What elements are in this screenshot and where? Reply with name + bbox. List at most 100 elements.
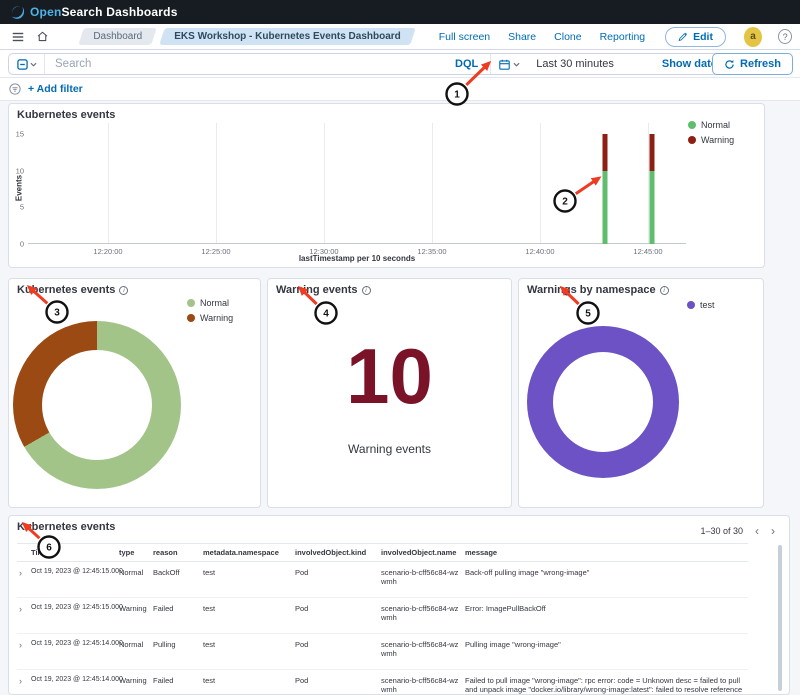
app-title: OpenSearch Dashboards <box>30 5 178 19</box>
cell-kind: Pod <box>295 562 381 598</box>
date-picker-button[interactable] <box>490 54 528 74</box>
table-row: ›Oct 19, 2023 @ 12:45:14.000NormalPullin… <box>17 634 748 670</box>
cell-name: scenario-b-cff56c84-wzwmh <box>381 670 465 695</box>
y-tick-label: 10 <box>6 166 24 175</box>
top-navigation: Dashboard EKS Workshop - Kubernetes Even… <box>0 24 800 50</box>
help-icon[interactable]: ? <box>778 29 792 44</box>
legend-item-test[interactable]: test <box>687 300 715 310</box>
cell-type: Normal <box>119 634 153 670</box>
bar-segment-normal[interactable] <box>649 171 654 244</box>
legend-item-normal[interactable]: Normal <box>187 298 233 308</box>
bar-segment-warning[interactable] <box>602 134 607 171</box>
panel-warnings-by-namespace-donut: Warnings by namespacei test <box>518 278 764 508</box>
panel-title[interactable]: Warning eventsi <box>276 284 371 296</box>
column-header-type[interactable]: type <box>119 544 153 562</box>
filter-icon[interactable] <box>8 82 22 96</box>
refresh-button[interactable]: Refresh <box>712 53 793 75</box>
legend-dot-icon <box>687 301 695 309</box>
panel-title[interactable]: Kubernetes events <box>17 521 115 533</box>
namespace-donut-chart[interactable] <box>527 326 679 478</box>
y-axis-label: Events <box>15 175 24 201</box>
y-tick-label: 0 <box>6 240 24 249</box>
home-icon[interactable] <box>34 28 50 46</box>
pagination-count: 1–30 of 30 <box>700 526 743 536</box>
panel-title[interactable]: Kubernetes eventsi <box>17 284 128 296</box>
dql-language-button[interactable]: DQL <box>443 58 490 70</box>
legend-label: test <box>700 300 715 310</box>
time-range-value[interactable]: Last 30 minutes <box>528 58 622 70</box>
info-icon[interactable]: i <box>362 286 371 295</box>
panel-title[interactable]: Kubernetes events <box>17 109 115 121</box>
expand-row-icon[interactable]: › <box>17 598 31 634</box>
sort-desc-icon[interactable]: ▾ <box>50 550 54 557</box>
search-input[interactable]: Search <box>45 58 443 70</box>
edit-button[interactable]: Edit <box>665 27 726 47</box>
legend-label: Warning <box>200 313 233 323</box>
dashboard-canvas: Kubernetes events Events 12:20:0012:25:0… <box>0 101 800 695</box>
breadcrumb-current[interactable]: EKS Workshop - Kubernetes Events Dashboa… <box>162 28 413 45</box>
cell-time: Oct 19, 2023 @ 12:45:14.000 <box>31 634 119 670</box>
chart-legend: Normal Warning <box>187 298 233 323</box>
cell-name: scenario-b-cff56c84-wzwmh <box>381 562 465 598</box>
expand-row-icon[interactable]: › <box>17 562 31 598</box>
column-header-metadata-namespace[interactable]: metadata.namespace <box>203 544 295 562</box>
cell-message: Back-off pulling image "wrong-image" <box>465 562 748 598</box>
cell-reason: BackOff <box>153 562 203 598</box>
info-icon[interactable]: i <box>119 286 128 295</box>
panel-kubernetes-events-table: Kubernetes events 1–30 of 30 ‹ › Time▾ty… <box>8 515 790 695</box>
pagination-prev-icon[interactable]: ‹ <box>755 525 759 537</box>
cell-time: Oct 19, 2023 @ 12:45:15.000 <box>31 562 119 598</box>
share-link[interactable]: Share <box>508 31 536 43</box>
pencil-icon <box>678 32 688 42</box>
clone-link[interactable]: Clone <box>554 31 581 43</box>
cell-type: Normal <box>119 562 153 598</box>
donut-hole <box>42 350 152 460</box>
cell-message: Failed to pull image "wrong-image": rpc … <box>465 670 748 695</box>
avatar[interactable]: a <box>744 27 762 47</box>
histogram-plot: 12:20:0012:25:0012:30:0012:35:0012:40:00… <box>28 123 686 244</box>
column-header-time[interactable]: Time▾ <box>31 544 119 562</box>
menu-icon[interactable] <box>10 28 26 46</box>
cell-type: Warning <box>119 670 153 695</box>
cell-time: Oct 19, 2023 @ 12:45:14.000 <box>31 670 119 695</box>
pagination-next-icon[interactable]: › <box>771 525 775 537</box>
app-header: OpenSearch Dashboards <box>0 0 800 24</box>
y-tick-label: 5 <box>6 203 24 212</box>
cell-reason: Failed <box>153 670 203 695</box>
y-tick-label: 15 <box>6 130 24 139</box>
reporting-link[interactable]: Reporting <box>600 31 646 43</box>
opensearch-logo-icon[interactable] <box>10 5 24 19</box>
chevron-down-icon <box>30 61 37 68</box>
donut-hole <box>553 352 653 452</box>
bar-segment-warning[interactable] <box>649 134 654 171</box>
events-donut-chart[interactable] <box>13 321 181 489</box>
gridline <box>540 123 541 243</box>
expand-column-header <box>17 544 31 562</box>
panel-title[interactable]: Warnings by namespacei <box>527 284 669 296</box>
legend-item-warning[interactable]: Warning <box>688 135 734 145</box>
table-scrollbar[interactable] <box>778 545 782 691</box>
cell-namespace: test <box>203 634 295 670</box>
x-tick-label: 12:25:00 <box>201 247 230 256</box>
add-filter-link[interactable]: + Add filter <box>28 83 83 95</box>
gridline <box>432 123 433 243</box>
column-header-message[interactable]: message <box>465 544 748 562</box>
metric-value: 10 <box>268 337 511 415</box>
panel-warning-events-metric: Warning eventsi 10 Warning events <box>267 278 512 508</box>
legend-item-normal[interactable]: Normal <box>688 120 734 130</box>
column-header-involvedobject-name[interactable]: involvedObject.name <box>381 544 465 562</box>
column-header-reason[interactable]: reason <box>153 544 203 562</box>
chevron-down-icon <box>513 61 520 68</box>
bar-segment-normal[interactable] <box>602 171 607 244</box>
gridline <box>108 123 109 243</box>
expand-row-icon[interactable]: › <box>17 634 31 670</box>
breadcrumb-dashboard[interactable]: Dashboard <box>81 28 154 45</box>
saved-queries-icon[interactable] <box>9 54 45 74</box>
cell-kind: Pod <box>295 598 381 634</box>
legend-item-warning[interactable]: Warning <box>187 313 233 323</box>
full-screen-link[interactable]: Full screen <box>439 31 490 43</box>
expand-row-icon[interactable]: › <box>17 670 31 695</box>
cell-reason: Pulling <box>153 634 203 670</box>
info-icon[interactable]: i <box>660 286 669 295</box>
column-header-involvedobject-kind[interactable]: involvedObject.kind <box>295 544 381 562</box>
